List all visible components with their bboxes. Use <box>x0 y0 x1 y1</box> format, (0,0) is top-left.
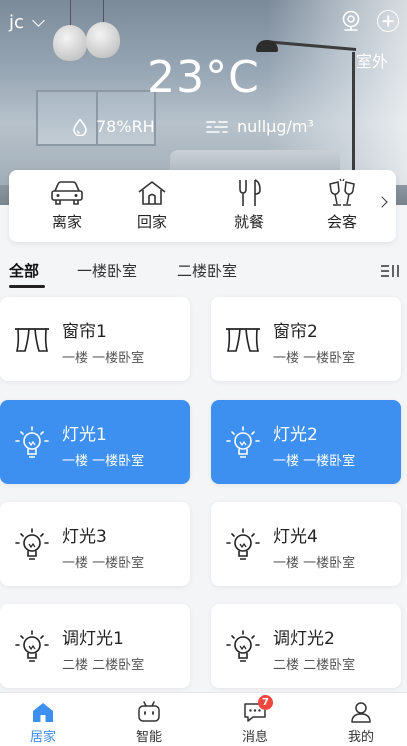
curtain-icon <box>15 328 49 352</box>
nav-profile[interactable]: 我的 <box>331 699 391 745</box>
add-icon[interactable] <box>377 10 399 32</box>
light-bulb-icon <box>226 630 260 662</box>
scene-label: 离家 <box>51 213 82 231</box>
device-card-dimmer-2[interactable]: 调灯光2 二楼 二楼卧室 <box>211 604 401 688</box>
floor-lamp-head <box>256 40 278 52</box>
temperature-value: 23°C <box>147 52 260 103</box>
device-location: 一楼 一楼卧室 <box>273 556 356 571</box>
car-icon <box>51 181 83 205</box>
scene-guests[interactable]: 会客 <box>312 178 372 232</box>
tab-all[interactable]: 全部 <box>9 260 39 281</box>
room-tabs: 全部 一楼卧室 二楼卧室 <box>0 255 407 288</box>
bottom-navigation: 居家 智能 7 消息 我的 <box>0 692 407 746</box>
pendant-cord <box>70 0 71 28</box>
scene-shortcuts: 离家 回家 就餐 会客 <box>9 170 396 242</box>
scene-return-home[interactable]: 回家 <box>122 178 182 232</box>
device-card-light-1[interactable]: 灯光1 一楼 一楼卧室 <box>0 400 190 484</box>
light-bulb-icon <box>15 630 49 662</box>
dining-icon <box>239 179 261 206</box>
device-card-dimmer-1[interactable]: 调灯光1 二楼 二楼卧室 <box>0 604 190 688</box>
scene-label: 回家 <box>136 213 167 231</box>
haze-icon <box>206 120 228 133</box>
nav-messages[interactable]: 7 消息 <box>225 695 285 745</box>
device-location: 一楼 一楼卧室 <box>62 351 145 366</box>
light-bulb-icon <box>226 426 260 458</box>
device-card-light-2[interactable]: 灯光2 一楼 一楼卧室 <box>211 400 401 484</box>
device-location: 一楼 一楼卧室 <box>62 556 145 571</box>
cheers-icon <box>329 178 355 206</box>
nav-label: 智能 <box>135 730 162 745</box>
home-icon <box>33 703 53 722</box>
device-name: 灯光4 <box>273 527 318 547</box>
nav-smart[interactable]: 智能 <box>119 699 179 745</box>
light-bulb-icon <box>15 528 49 560</box>
humidity-value: 78%RH <box>96 117 155 136</box>
curtain-icon <box>226 328 260 352</box>
camera-icon[interactable] <box>340 10 362 32</box>
tab-active-indicator <box>9 285 45 288</box>
chevron-down-icon <box>32 13 45 27</box>
tab-first-floor-bedroom[interactable]: 一楼卧室 <box>77 260 137 281</box>
scene-label: 会客 <box>326 213 357 231</box>
device-location: 一楼 一楼卧室 <box>62 454 145 469</box>
user-icon <box>351 702 371 723</box>
device-name: 灯光3 <box>62 527 107 547</box>
nav-label: 消息 <box>241 730 268 745</box>
home-icon <box>138 181 166 205</box>
humidity-stat: 78%RH <box>72 117 155 136</box>
user-switcher[interactable]: jc <box>9 12 45 33</box>
device-name: 窗帘2 <box>273 322 318 342</box>
chevron-right-icon[interactable] <box>376 196 388 208</box>
scene-dining[interactable]: 就餐 <box>219 178 279 232</box>
device-name: 灯光2 <box>273 425 318 445</box>
device-name: 调灯光1 <box>62 629 124 649</box>
nav-label: 我的 <box>347 730 374 745</box>
device-name: 灯光1 <box>62 425 107 445</box>
nav-label: 居家 <box>29 730 56 745</box>
light-bulb-icon <box>226 528 260 560</box>
tab-second-floor-bedroom[interactable]: 二楼卧室 <box>177 260 237 281</box>
device-card-light-3[interactable]: 灯光3 一楼 一楼卧室 <box>0 502 190 586</box>
device-location: 二楼 二楼卧室 <box>273 658 356 673</box>
user-name: jc <box>9 12 24 33</box>
robot-icon <box>138 701 160 722</box>
light-bulb-icon <box>15 426 49 458</box>
device-location: 一楼 一楼卧室 <box>273 351 356 366</box>
device-card-light-4[interactable]: 灯光4 一楼 一楼卧室 <box>211 502 401 586</box>
device-name: 调灯光2 <box>273 629 335 649</box>
air-quality-value: nullμg/m³ <box>237 117 314 136</box>
device-location: 二楼 二楼卧室 <box>62 658 145 673</box>
device-name: 窗帘1 <box>62 322 107 342</box>
water-drop-icon <box>73 117 87 136</box>
device-location: 一楼 一楼卧室 <box>273 454 356 469</box>
air-quality-stat: nullμg/m³ <box>205 117 314 136</box>
nav-home[interactable]: 居家 <box>13 699 73 745</box>
unread-badge: 7 <box>258 695 273 710</box>
device-card-curtain-1[interactable]: 窗帘1 一楼 一楼卧室 <box>0 297 190 381</box>
room-menu-icon[interactable] <box>380 263 402 279</box>
device-card-curtain-2[interactable]: 窗帘2 一楼 一楼卧室 <box>211 297 401 381</box>
scene-label: 就餐 <box>233 213 264 231</box>
scene-leave-home[interactable]: 离家 <box>37 178 97 232</box>
